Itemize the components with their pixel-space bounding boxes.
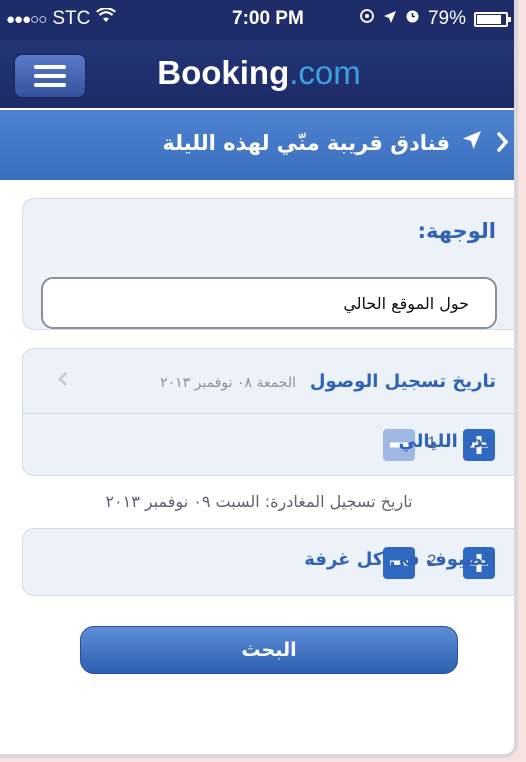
- nav-bar: Booking.com: [0, 40, 514, 108]
- nearby-hotels-label: فنادق قريبة منّي لهذه الليلة: [162, 131, 450, 155]
- chevron-right-icon: [496, 127, 510, 160]
- rotation-lock-icon: [359, 8, 375, 30]
- destination-card: الوجهة:: [22, 198, 514, 330]
- battery-percent: 79%: [427, 8, 466, 29]
- search-form: الوجهة: الجمعة ٠٨ نوفمبر ٢٠١٣ تاريخ تسجي…: [0, 180, 514, 754]
- nights-stepper: 1 عدد الليالي: [23, 413, 514, 477]
- signal-strength-icon: ●●●○○: [6, 10, 47, 28]
- nights-label: عدد الليالي: [398, 431, 496, 452]
- status-right: 79%: [359, 8, 511, 30]
- search-button[interactable]: البحث: [80, 626, 458, 674]
- checkin-date-label: تاريخ تسجيل الوصول: [309, 371, 496, 392]
- battery-icon: [474, 11, 511, 27]
- destination-input[interactable]: [41, 277, 497, 329]
- status-left: ●●●○○ STC: [6, 7, 117, 30]
- dates-card: الجمعة ٠٨ نوفمبر ٢٠١٣ تاريخ تسجيل الوصول…: [22, 348, 514, 477]
- nearby-hotels-row: فنادق قريبة منّي لهذه الليلة: [162, 130, 482, 156]
- chevron-left-icon: [58, 371, 68, 392]
- checkin-date-row[interactable]: الجمعة ٠٨ نوفمبر ٢٠١٣ تاريخ تسجيل الوصول: [23, 349, 514, 413]
- clock: 7:00 PM: [232, 8, 304, 29]
- status-bar: ●●●○○ STC 7:00 PM 79%: [0, 0, 514, 40]
- checkin-date-value: الجمعة ٠٨ نوفمبر ٢٠١٣: [160, 375, 296, 391]
- checkout-date-note: تاريخ تسجيل المغادرة: السبت ٠٩ نوفمبر ٢٠…: [105, 492, 413, 511]
- alarm-icon: [405, 8, 420, 30]
- guests-label: الضيوف في كل غرفة: [304, 549, 496, 570]
- wifi-icon: [96, 7, 117, 30]
- brand-logo: Booking.com: [0, 54, 514, 92]
- destination-label: الوجهة:: [417, 219, 496, 243]
- location-arrow-icon: [462, 130, 482, 156]
- location-arrow-icon: [383, 8, 397, 30]
- guests-stepper: 2 الضيوف في كل غرفة: [22, 528, 514, 596]
- phone-screen: ●●●○○ STC 7:00 PM 79% Booking.com فنادق …: [0, 0, 518, 758]
- nearby-hotels-banner[interactable]: فنادق قريبة منّي لهذه الليلة: [0, 110, 514, 180]
- brand-main: Booking: [157, 54, 290, 91]
- brand-suffix: .com: [289, 54, 361, 91]
- carrier-name: STC: [52, 8, 91, 29]
